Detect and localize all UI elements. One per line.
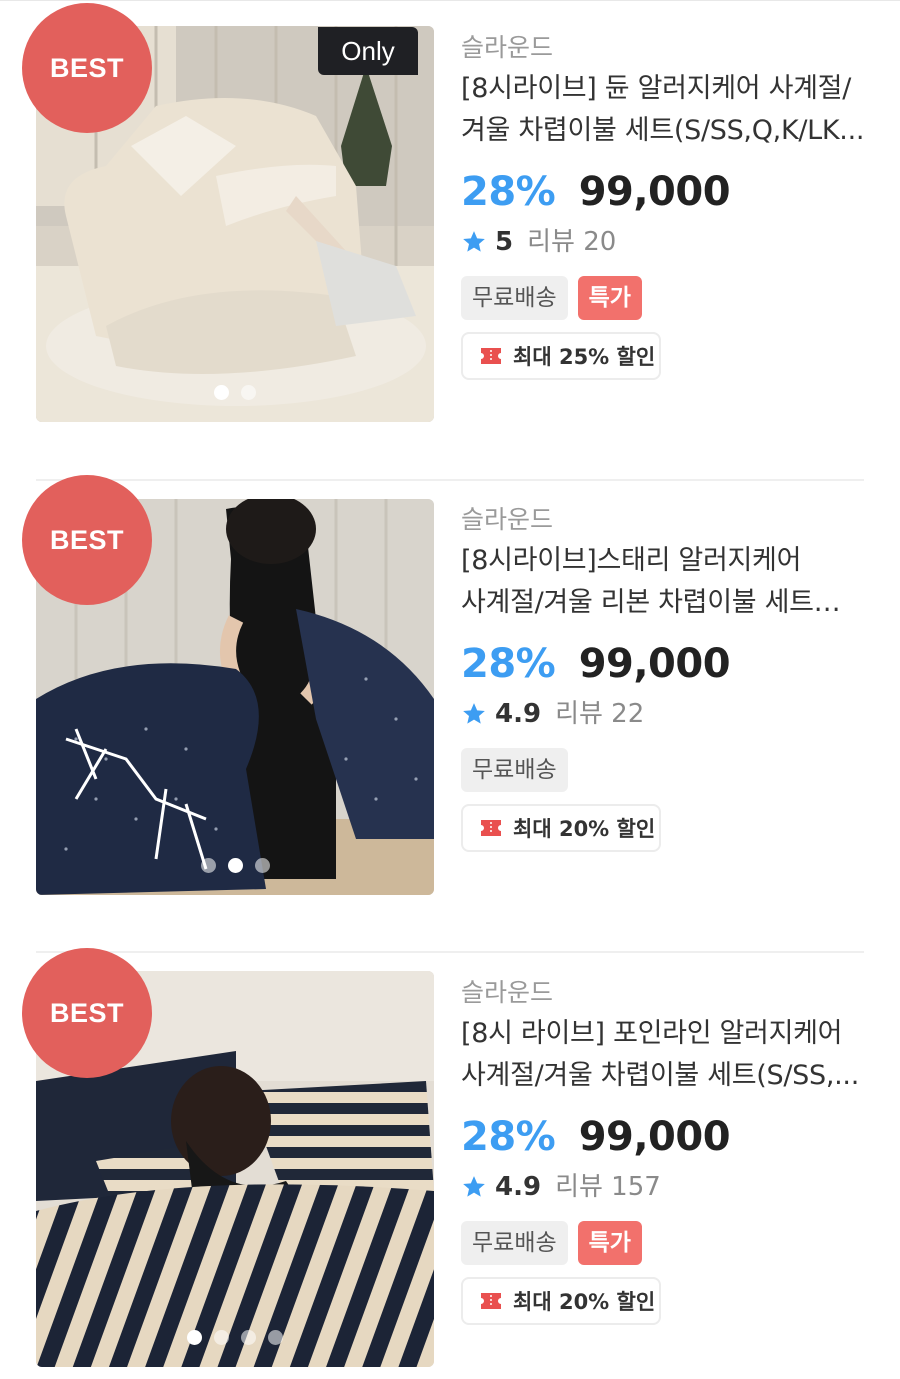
special-deal-tag: 특가	[577, 276, 642, 320]
review-count: 리뷰 157	[555, 1172, 661, 1202]
product-card[interactable]: BEST Only 슬라운드 [8시라이브] 듄 알러지케어 사계절/겨울 차렵…	[0, 0, 900, 422]
carousel-dot[interactable]	[214, 385, 229, 400]
only-badge: Only	[318, 27, 418, 75]
tag-list: 무료배송	[461, 748, 871, 792]
carousel-dots[interactable]	[36, 385, 434, 400]
carousel-dot[interactable]	[268, 1330, 283, 1345]
rating-row: 4.9 리뷰 22	[461, 692, 871, 736]
product-info[interactable]: 슬라운드 [8시 라이브] 포인라인 알러지케어 사계절/겨울 차렵이불 세트(…	[461, 973, 871, 1325]
sale-price: 99,000	[578, 1114, 731, 1160]
rating-row: 5 리뷰 20	[461, 220, 871, 264]
coupon-text: 최대 25% 할인	[513, 345, 656, 369]
product-list: BEST Only 슬라운드 [8시라이브] 듄 알러지케어 사계절/겨울 차렵…	[0, 0, 900, 1379]
free-shipping-tag: 무료배송	[461, 276, 568, 320]
rating-score: 4.9	[495, 699, 542, 729]
rating-score: 5	[495, 227, 514, 257]
product-info[interactable]: 슬라운드 [8시라이브]스태리 알러지케어 사계절/겨울 리본 차렵이불 세트(…	[461, 500, 871, 852]
price-row: 28% 99,000	[461, 164, 871, 220]
best-badge: BEST	[22, 948, 152, 1078]
star-icon	[463, 231, 485, 252]
coupon-icon	[481, 820, 501, 836]
free-shipping-tag: 무료배송	[461, 748, 568, 792]
product-title[interactable]: [8시라이브] 듄 알러지케어 사계절/겨울 차렵이불 세트(S/SS,Q,K/…	[461, 68, 871, 152]
discount-rate: 28%	[461, 641, 556, 687]
free-shipping-tag: 무료배송	[461, 1221, 568, 1265]
carousel-dot[interactable]	[200, 858, 216, 873]
carousel-dots[interactable]	[36, 858, 434, 873]
product-title[interactable]: [8시라이브]스태리 알러지케어 사계절/겨울 리본 차렵이불 세트(S/SS.…	[461, 540, 871, 624]
carousel-dot[interactable]	[227, 858, 243, 873]
brand-name[interactable]: 슬라운드	[461, 28, 871, 68]
carousel-dot[interactable]	[214, 1330, 229, 1345]
coupon-text: 최대 20% 할인	[513, 817, 656, 841]
star-icon	[463, 1176, 485, 1197]
coupon-badge[interactable]: 최대 25% 할인	[461, 332, 661, 380]
discount-rate: 28%	[461, 1114, 556, 1160]
coupon-badge[interactable]: 최대 20% 할인	[461, 804, 661, 852]
brand-name[interactable]: 슬라운드	[461, 973, 871, 1013]
coupon-icon	[481, 348, 501, 364]
star-icon	[463, 703, 485, 724]
product-info[interactable]: 슬라운드 [8시라이브] 듄 알러지케어 사계절/겨울 차렵이불 세트(S/SS…	[461, 28, 871, 380]
price-row: 28% 99,000	[461, 1109, 871, 1165]
rating-row: 4.9 리뷰 157	[461, 1165, 871, 1209]
carousel-dot[interactable]	[187, 1330, 202, 1345]
sale-price: 99,000	[578, 169, 731, 215]
best-badge: BEST	[22, 3, 152, 133]
product-card[interactable]: BEST 슬라운드 [8시 라이브] 포인라인 알러지케어 사계절/겨울 차렵이…	[0, 945, 900, 1367]
review-count: 리뷰 20	[527, 227, 617, 257]
best-badge: BEST	[22, 475, 152, 605]
brand-name[interactable]: 슬라운드	[461, 500, 871, 540]
price-row: 28% 99,000	[461, 636, 871, 692]
product-title[interactable]: [8시 라이브] 포인라인 알러지케어 사계절/겨울 차렵이불 세트(S/SS,…	[461, 1013, 871, 1097]
tag-list: 무료배송 특가	[461, 276, 871, 320]
carousel-dot[interactable]	[241, 385, 256, 400]
discount-rate: 28%	[461, 169, 556, 215]
review-count: 리뷰 22	[555, 699, 645, 729]
carousel-dot[interactable]	[241, 1330, 256, 1345]
carousel-dots[interactable]	[36, 1330, 434, 1345]
tag-list: 무료배송 특가	[461, 1221, 871, 1265]
coupon-badge[interactable]: 최대 20% 할인	[461, 1277, 661, 1325]
carousel-dot[interactable]	[254, 858, 270, 873]
rating-score: 4.9	[495, 1172, 542, 1202]
product-card[interactable]: BEST 슬라운드 [8시라이브]스태리 알러지케어 사계절/겨울 리본 차렵이…	[0, 472, 900, 895]
special-deal-tag: 특가	[577, 1221, 642, 1265]
coupon-icon	[481, 1293, 501, 1309]
sale-price: 99,000	[578, 641, 731, 687]
coupon-text: 최대 20% 할인	[513, 1290, 656, 1314]
